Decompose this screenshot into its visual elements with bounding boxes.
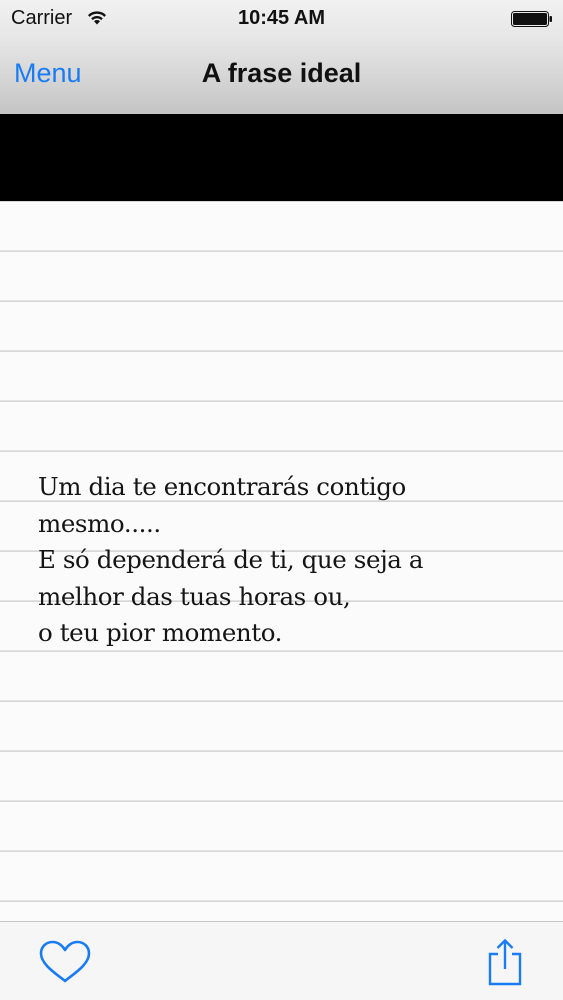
heart-icon[interactable] [38, 940, 92, 984]
top-chrome: Carrier 10:45 AM Menu A frase ideal [0, 0, 563, 115]
app-screen: Carrier 10:45 AM Menu A frase ideal Um d… [0, 0, 563, 1000]
menu-button[interactable]: Menu [14, 58, 82, 89]
status-time: 10:45 AM [237, 7, 326, 29]
quote-text: Um dia te encontrarás contigo mesmo.....… [38, 472, 424, 647]
share-icon[interactable] [487, 938, 523, 986]
battery-icon [511, 11, 552, 27]
bottom-toolbar [0, 921, 563, 1000]
page-title: A frase ideal [201, 58, 362, 88]
status-bar: Carrier 10:45 AM [0, 0, 563, 38]
lined-paper: Um dia te encontrarás contigo mesmo.....… [0, 201, 563, 921]
ad-banner[interactable] [0, 114, 563, 201]
navigation-bar: Menu A frase ideal [0, 38, 563, 114]
